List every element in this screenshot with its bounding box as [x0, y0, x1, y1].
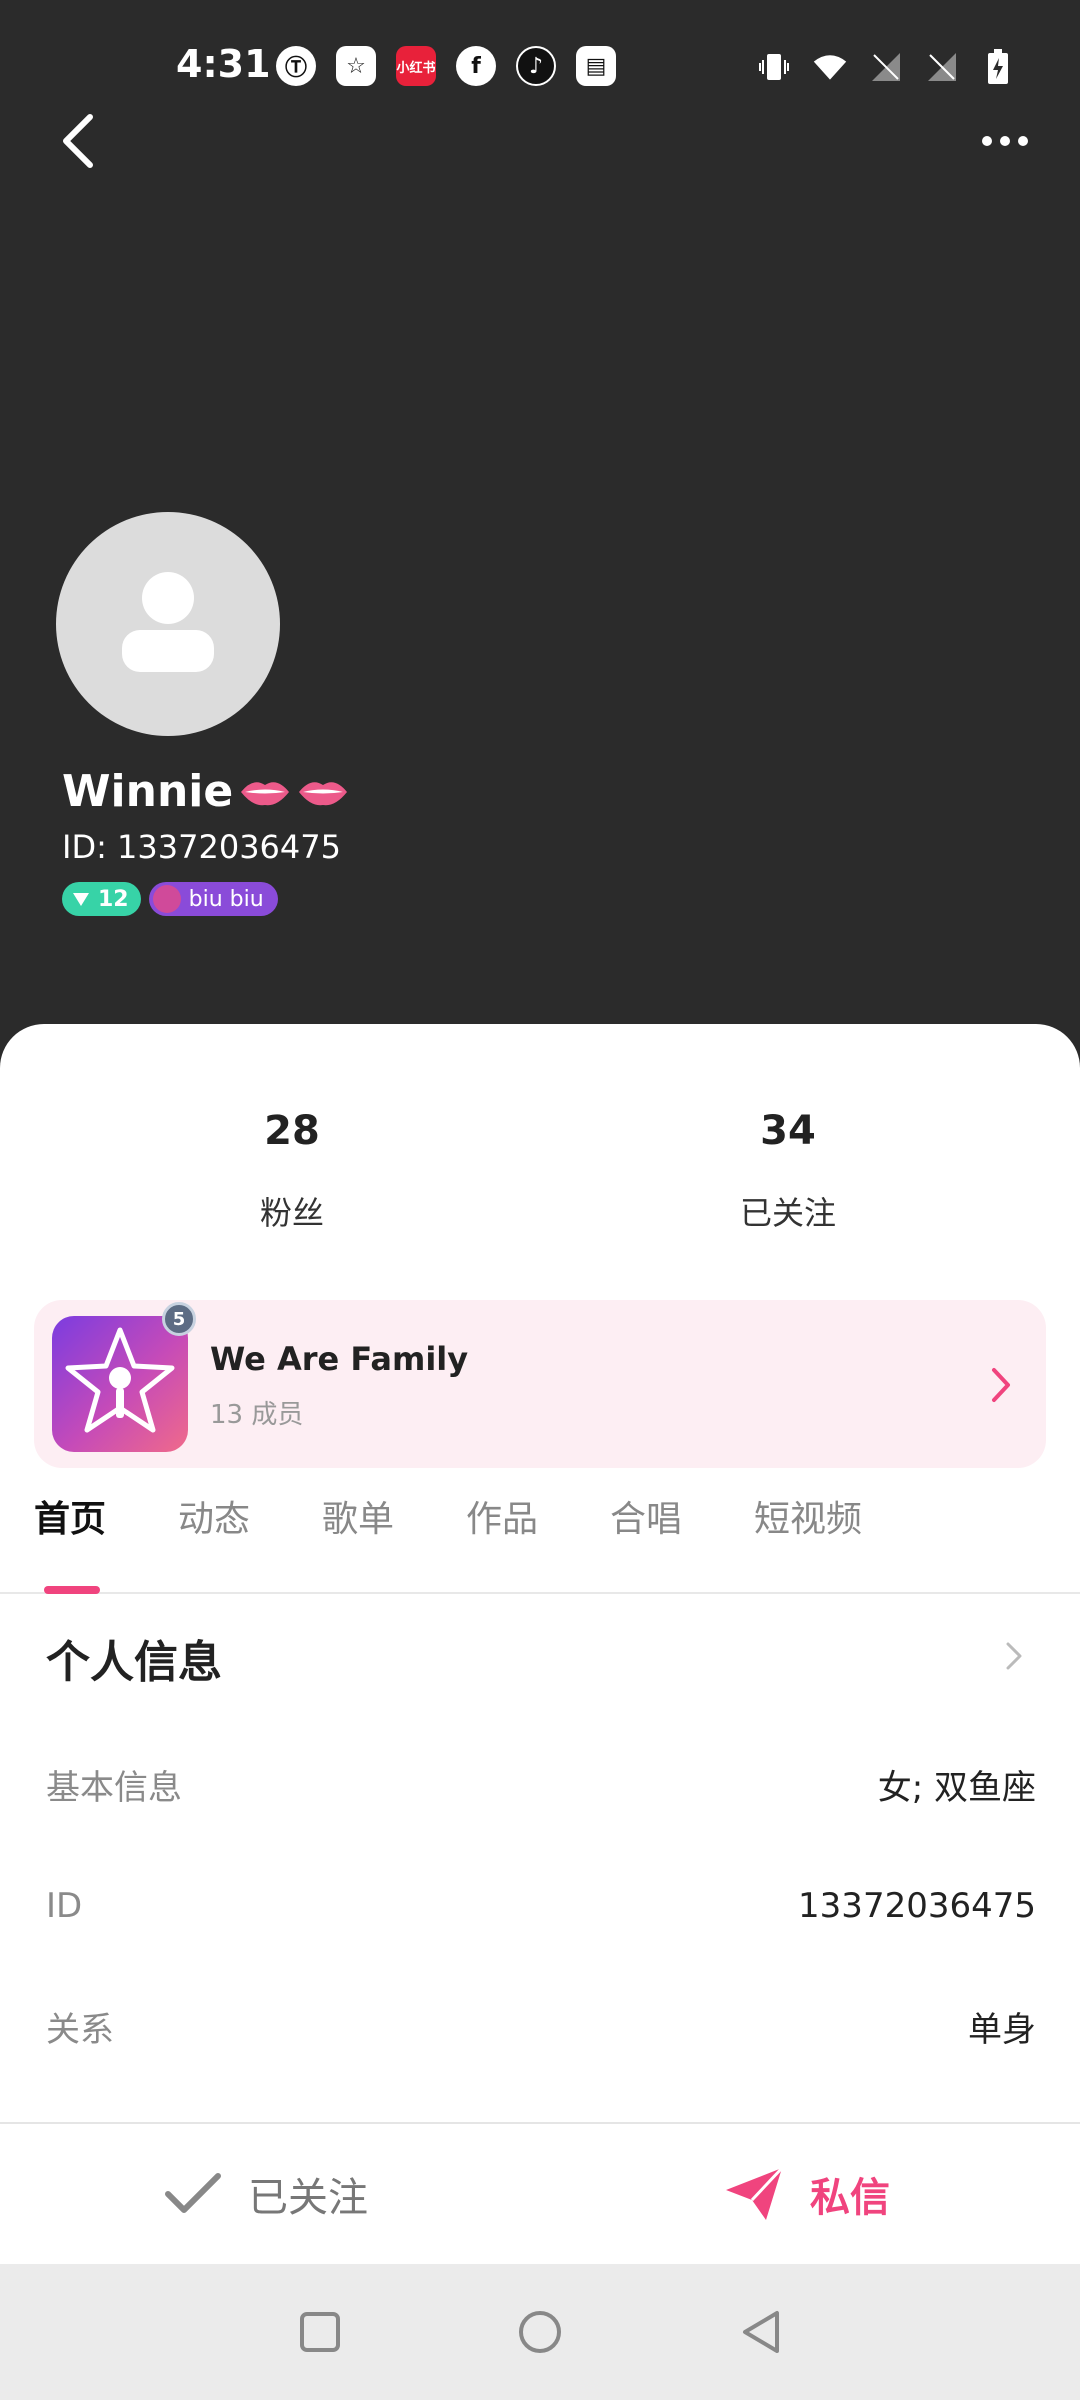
info-key: 基本信息	[46, 1767, 182, 1808]
default-user-icon	[122, 572, 214, 672]
message-button-label: 私信	[810, 2175, 890, 2221]
square-icon	[300, 2312, 340, 2352]
info-key: 关系	[46, 2009, 114, 2050]
info-value: 13372036475	[798, 1886, 1036, 1926]
username: Winnie	[62, 766, 349, 817]
tab-moments[interactable]: 动态	[178, 1486, 250, 1592]
chevron-left-icon	[63, 114, 93, 168]
chevron-right-icon[interactable]	[1002, 1636, 1026, 1676]
active-tab-indicator	[44, 1586, 100, 1594]
vibrate-icon	[756, 48, 792, 86]
system-nav-bar	[0, 2264, 1080, 2400]
profile-content-sheet: 28 粉丝 34 已关注 5 We Are Family 13 成员 首页 动态…	[0, 1024, 1080, 2264]
back-nav-button[interactable]	[732, 2302, 792, 2362]
battery-charging-icon	[980, 48, 1016, 86]
back-button[interactable]	[48, 106, 108, 176]
home-button[interactable]	[510, 2302, 570, 2362]
star-app-icon: ☆	[336, 46, 376, 86]
tab-home[interactable]: 首页	[34, 1486, 106, 1592]
info-value: 单身	[968, 2009, 1036, 2050]
family-level-badge: 5	[162, 1302, 196, 1336]
circle-icon	[519, 2311, 561, 2353]
group-badge-label: biu biu	[188, 886, 264, 912]
user-id: ID: 13372036475	[62, 828, 341, 866]
more-options-button[interactable]	[970, 116, 1040, 166]
tab-works[interactable]: 作品	[466, 1486, 538, 1592]
app-notification-icon: Ⓣ	[276, 46, 316, 86]
facebook-icon: f	[456, 46, 496, 86]
message-button[interactable]: 私信	[724, 2124, 890, 2264]
info-row-relationship: 关系 单身	[46, 1996, 1036, 2056]
status-bar: 4:31 Ⓣ ☆ 小红书 f ♪ ▤	[0, 40, 1080, 100]
system-icons	[756, 48, 1016, 86]
more-dot-icon	[982, 136, 992, 146]
family-name: We Are Family	[210, 1340, 469, 1378]
check-icon	[165, 2173, 221, 2213]
followers-count: 28	[264, 1108, 320, 1154]
level-badge-value: 12	[98, 886, 129, 912]
no-signal-icon	[924, 48, 960, 86]
tab-playlists[interactable]: 歌单	[322, 1486, 394, 1592]
followed-button[interactable]: 已关注	[164, 2124, 368, 2264]
followed-button-label: 已关注	[248, 2175, 368, 2221]
tiktok-icon: ♪	[516, 46, 556, 86]
diamond-icon	[73, 893, 89, 906]
more-dot-icon	[1018, 136, 1028, 146]
family-members: 13 成员	[210, 1400, 304, 1430]
badges: 12 biu biu	[62, 882, 278, 916]
lips-emoji-icon	[241, 781, 290, 805]
family-logo	[52, 1316, 188, 1452]
wallet-app-icon: ▤	[576, 46, 616, 86]
followers-stat[interactable]: 28 粉丝	[162, 1108, 422, 1234]
notification-icons: Ⓣ ☆ 小红书 f ♪ ▤	[276, 46, 616, 86]
group-icon	[152, 885, 181, 913]
info-value: 女; 双鱼座	[877, 1767, 1036, 1808]
bottom-action-bar: 已关注 私信	[0, 2122, 1080, 2264]
lips-emoji-icon	[299, 781, 348, 805]
wifi-icon	[812, 48, 848, 86]
no-signal-icon	[868, 48, 904, 86]
group-badge[interactable]: biu biu	[148, 882, 278, 916]
family-card[interactable]: 5 We Are Family 13 成员	[34, 1300, 1046, 1468]
level-badge[interactable]: 12	[62, 882, 141, 916]
following-label: 已关注	[739, 1194, 836, 1232]
paper-plane-icon	[726, 2166, 784, 2220]
avatar[interactable]	[56, 512, 280, 736]
profile-header: 4:31 Ⓣ ☆ 小红书 f ♪ ▤ Winnie ID: 1337203647…	[0, 0, 1080, 1060]
star-microphone-icon	[65, 1327, 175, 1433]
triangle-back-icon	[743, 2311, 779, 2353]
profile-tabs: 首页 动态 歌单 作品 合唱 短视频	[0, 1486, 1080, 1594]
tab-short-videos[interactable]: 短视频	[754, 1486, 862, 1592]
personal-info-title: 个人信息	[46, 1637, 222, 1688]
followers-label: 粉丝	[259, 1194, 324, 1232]
following-count: 34	[760, 1108, 816, 1154]
info-row-id: ID 13372036475	[46, 1876, 1036, 1936]
recents-button[interactable]	[290, 2302, 350, 2362]
info-row-basic: 基本信息 女; 双鱼座	[46, 1754, 1036, 1814]
username-text: Winnie	[62, 766, 234, 817]
chevron-right-icon	[992, 1368, 1010, 1402]
status-time: 4:31	[176, 42, 271, 86]
following-stat[interactable]: 34 已关注	[658, 1108, 918, 1234]
xiaohongshu-icon: 小红书	[396, 46, 436, 86]
info-key: ID	[46, 1886, 83, 1926]
more-dot-icon	[1000, 136, 1010, 146]
tab-duets[interactable]: 合唱	[610, 1486, 682, 1592]
